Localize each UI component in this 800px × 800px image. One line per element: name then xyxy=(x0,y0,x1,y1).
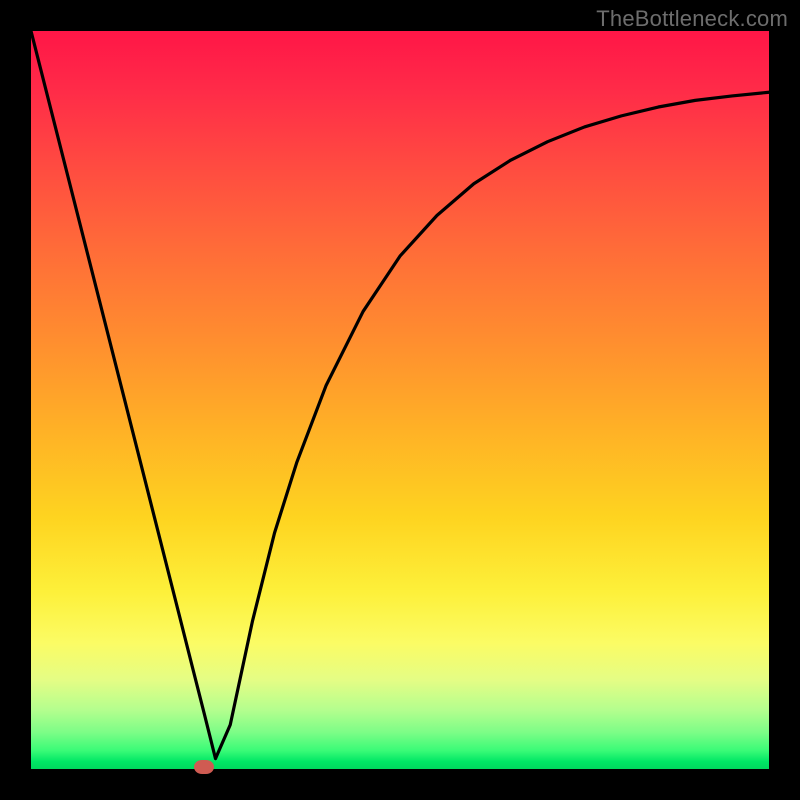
minimum-marker xyxy=(194,760,214,774)
chart-frame: TheBottleneck.com xyxy=(0,0,800,800)
attribution-text: TheBottleneck.com xyxy=(596,6,788,32)
plot-area xyxy=(31,31,769,769)
bottleneck-curve xyxy=(31,31,769,769)
